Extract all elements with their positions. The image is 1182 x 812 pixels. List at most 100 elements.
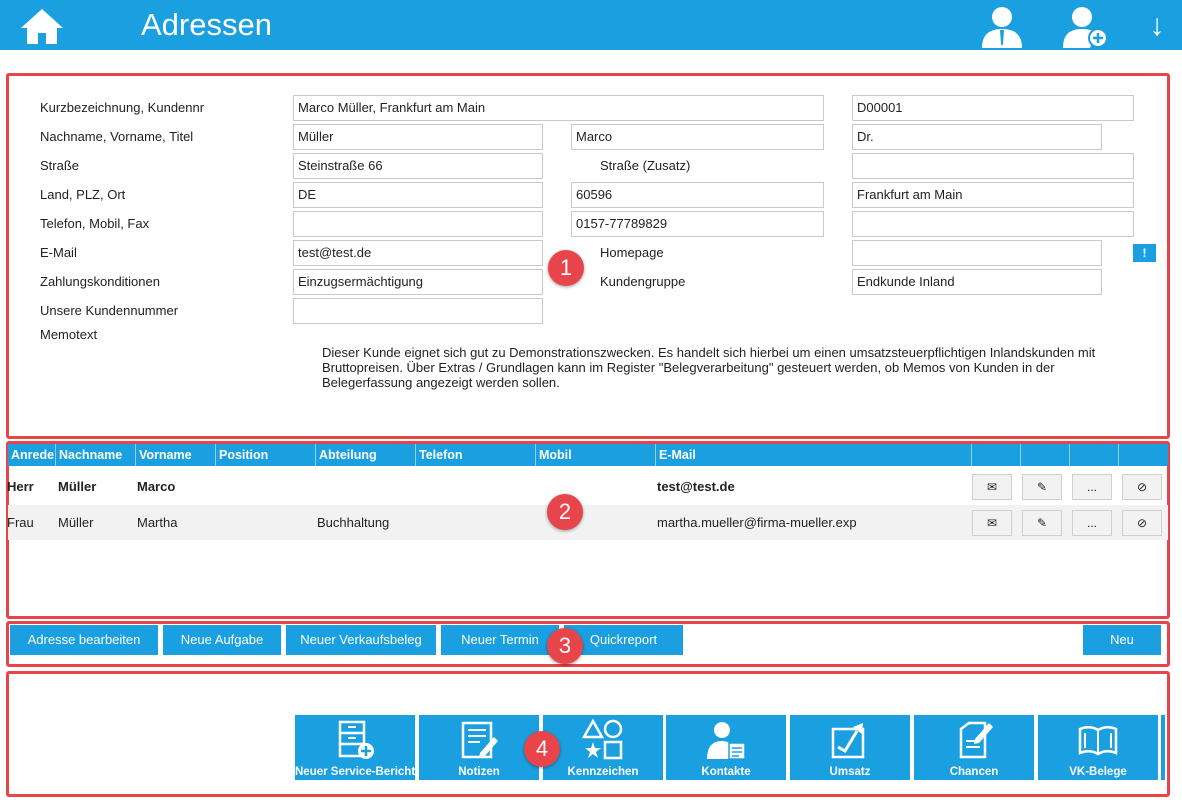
kurzbezeichnung-field[interactable]: Marco Müller, Frankfurt am Main: [293, 95, 824, 121]
tile-umsatz[interactable]: Umsatz: [790, 715, 910, 780]
tile-umsatz-label: Umsatz: [829, 766, 871, 778]
label-homepage: Homepage: [600, 245, 664, 260]
marker-2: 2: [547, 494, 583, 530]
col-anrede[interactable]: Anrede: [8, 444, 56, 466]
neu-button[interactable]: Neu: [1083, 625, 1161, 655]
service-report-icon: [338, 720, 374, 759]
shapes-icon: [582, 719, 623, 760]
label-memotext: Memotext: [40, 327, 98, 342]
neuer-termin-button[interactable]: Neuer Termin: [441, 625, 559, 655]
kundennr-field[interactable]: D00001: [852, 95, 1134, 121]
more-button[interactable]: ...: [1072, 510, 1112, 536]
contacts-icon: [707, 722, 746, 760]
col-mobil[interactable]: Mobil: [536, 444, 656, 466]
strasse-field[interactable]: Steinstraße 66: [293, 153, 543, 179]
col-action-3: [1070, 444, 1119, 466]
user-add-icon[interactable]: [1060, 4, 1110, 48]
contacts-table-header: Anrede Nachname Vorname Position Abteilu…: [8, 444, 1168, 466]
strasse-zusatz-field[interactable]: [852, 153, 1134, 179]
label-email: E-Mail: [40, 245, 77, 260]
col-vorname[interactable]: Vorname: [136, 444, 216, 466]
cell-vorname: Marco: [137, 479, 176, 494]
unsere-kundennummer-field[interactable]: [293, 298, 543, 324]
download-arrow-icon[interactable]: ↓: [1142, 4, 1172, 48]
cell-abteilung: Buchhaltung: [317, 515, 390, 530]
col-abteilung[interactable]: Abteilung: [316, 444, 416, 466]
mail-button[interactable]: ✉: [972, 510, 1012, 536]
col-action-2: [1021, 444, 1070, 466]
label-strasse-zusatz: Straße (Zusatz): [600, 158, 691, 173]
marker-4: 4: [524, 731, 560, 767]
titel-field[interactable]: Dr.: [852, 124, 1102, 150]
label-kundengruppe: Kundengruppe: [600, 274, 686, 289]
table-row[interactable]: Frau Müller Martha Buchhaltung martha.mu…: [7, 505, 1168, 540]
tile-chancen[interactable]: Chancen: [914, 715, 1034, 780]
ort-field[interactable]: Frankfurt am Main: [852, 182, 1134, 208]
cell-nachname: Müller: [58, 515, 94, 530]
tile-kontakte-label: Kontakte: [701, 766, 751, 778]
homepage-field[interactable]: [852, 240, 1102, 266]
vorname-field[interactable]: Marco: [571, 124, 824, 150]
col-telefon[interactable]: Telefon: [416, 444, 536, 466]
tile-kennzeichen-label: Kennzeichen: [567, 766, 639, 778]
memo-text[interactable]: Dieser Kunde eignet sich gut zu Demonstr…: [322, 345, 1132, 390]
tile-scroll-edge: [1161, 715, 1165, 780]
label-kurzbezeichnung: Kurzbezeichnung, Kundennr: [40, 100, 205, 115]
col-position[interactable]: Position: [216, 444, 316, 466]
tile-service-bericht[interactable]: Neuer Service-Bericht: [295, 715, 415, 780]
home-icon[interactable]: [18, 6, 66, 46]
kundengruppe-field[interactable]: Endkunde Inland: [852, 269, 1102, 295]
label-zahlung: Zahlungskonditionen: [40, 274, 160, 289]
adresse-bearbeiten-button[interactable]: Adresse bearbeiten: [10, 625, 158, 655]
col-action-4: [1119, 444, 1168, 466]
homepage-open-button[interactable]: !: [1133, 244, 1156, 262]
land-field[interactable]: DE: [293, 182, 543, 208]
nachname-field[interactable]: Müller: [293, 124, 543, 150]
fax-field[interactable]: [852, 211, 1134, 237]
cell-email: test@test.de: [657, 479, 735, 494]
revenue-chart-icon: [831, 723, 865, 759]
label-land: Land, PLZ, Ort: [40, 187, 126, 202]
delete-button[interactable]: ⊘: [1122, 474, 1162, 500]
edit-button[interactable]: ✎: [1022, 510, 1062, 536]
tile-notizen[interactable]: Notizen: [419, 715, 539, 780]
tile-chancen-label: Chancen: [949, 766, 999, 778]
header-bar: Adressen ↓: [0, 0, 1182, 50]
tile-service-label: Neuer Service-Bericht: [295, 766, 416, 778]
marker-1: 1: [548, 250, 584, 286]
book-icon: [1078, 725, 1118, 756]
user-icon[interactable]: [978, 4, 1026, 48]
mail-button[interactable]: ✉: [972, 474, 1012, 500]
tile-kontakte[interactable]: Kontakte: [666, 715, 786, 780]
plz-field[interactable]: 60596: [571, 182, 824, 208]
col-nachname[interactable]: Nachname: [56, 444, 136, 466]
notes-icon: [461, 721, 498, 759]
cell-vorname: Martha: [137, 515, 178, 530]
tile-vk-belege[interactable]: VK-Belege: [1038, 715, 1158, 780]
label-name: Nachname, Vorname, Titel: [40, 129, 194, 144]
cell-anrede: Frau: [7, 515, 34, 530]
telefon-field[interactable]: [293, 211, 543, 237]
col-action-1: [972, 444, 1021, 466]
delete-button[interactable]: ⊘: [1122, 510, 1162, 536]
more-button[interactable]: ...: [1072, 474, 1112, 500]
cell-email: martha.mueller@firma-mueller.exp: [657, 515, 857, 530]
tile-vk-belege-label: VK-Belege: [1069, 766, 1127, 778]
label-unsere-kundennummer: Unsere Kundennummer: [40, 303, 179, 318]
table-row[interactable]: Herr Müller Marco test@test.de ✉ ✎ ... ⊘: [7, 469, 1168, 504]
edit-button[interactable]: ✎: [1022, 474, 1062, 500]
neue-aufgabe-button[interactable]: Neue Aufgabe: [163, 625, 281, 655]
email-field[interactable]: test@test.de: [293, 240, 543, 266]
page-title: Adressen: [141, 7, 272, 42]
zahlung-field[interactable]: Einzugsermächtigung: [293, 269, 543, 295]
marker-3: 3: [547, 628, 583, 664]
col-email[interactable]: E-Mail: [656, 444, 972, 466]
cell-nachname: Müller: [58, 479, 97, 494]
opportunity-document-icon: [959, 721, 993, 759]
neuer-verkaufsbeleg-button[interactable]: Neuer Verkaufsbeleg: [286, 625, 436, 655]
label-strasse: Straße: [40, 158, 80, 173]
cell-anrede: Herr: [7, 479, 34, 494]
mobil-field[interactable]: 0157-77789829: [571, 211, 824, 237]
tile-kennzeichen[interactable]: Kennzeichen: [543, 715, 663, 780]
tile-notizen-label: Notizen: [458, 766, 500, 778]
